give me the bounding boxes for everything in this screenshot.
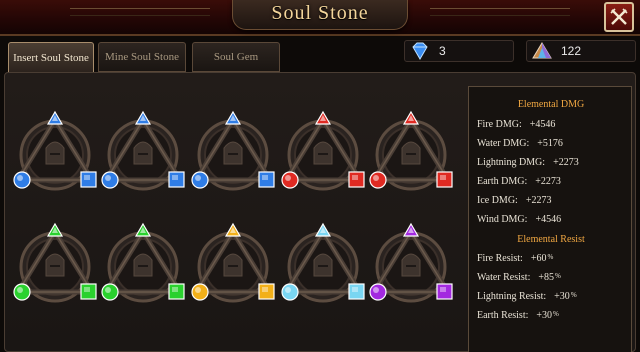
crossed-swords-icon [610,8,628,25]
stat-row-water-dmg: Water DMG: +5176 [477,138,563,152]
hood-rune-icon [369,110,453,191]
sword-rune-icon [101,110,185,191]
stat-label: Water Resist: [477,272,531,283]
stat-row-lightning-dmg: Lightning DMG: +2273 [477,157,579,171]
percent-unit: % [553,310,559,318]
hood-rune-icon [369,222,453,303]
tab-label: Soul Gem [213,51,259,63]
helmet-rune-icon [13,110,97,191]
helmet-rune-icon [101,222,185,303]
soul-stone-slot-ice[interactable] [278,220,368,310]
soul-stone-slot-wind[interactable] [98,220,188,310]
chest-rune-icon [191,222,275,303]
diamond-count: 3 [439,44,446,58]
elemental-resist-header: Elemental Resist [517,234,585,245]
stat-value: +4546 [529,119,556,130]
stat-value: +30 [554,291,570,302]
stat-label: Ice DMG: [477,195,518,206]
stat-row-water-resist: Water Resist: +85% [477,272,561,286]
sword-rune-icon [281,110,365,191]
stat-row-wind-dmg: Wind DMG: +4546 [477,214,561,228]
armor-rune-icon [281,222,365,303]
stat-value: +2273 [535,176,561,187]
stat-label: Water DMG: [477,138,530,149]
soul-stone-slot-water[interactable] [10,108,100,198]
prism-crystal-icon [532,42,552,59]
tab-label: Insert Soul Stone [13,51,89,64]
stats-panel: Elemental DMG Fire DMG: +4546 Water DMG: +… [468,86,632,352]
stat-value: +5176 [537,138,563,149]
percent-unit: % [555,272,561,280]
close-button[interactable] [604,2,634,32]
crystal-count: 122 [561,44,582,58]
stat-row-earth-resist: Earth Resist: +30% [477,310,559,324]
stat-row-lightning-resist: Lightning Resist: +30% [477,291,577,305]
tab-mine-soul-stone[interactable]: Mine Soul Stone [98,42,186,72]
tab-label: Mine Soul Stone [105,51,179,63]
stat-value: +30 [536,310,553,321]
title-bar: Soul Stone [0,0,640,36]
title-ornament-left [70,8,210,16]
soul-stone-slot-water[interactable] [188,108,278,198]
stat-label: Earth DMG: [477,176,528,187]
blue-diamond-icon [412,42,428,60]
tab-insert-soul-stone[interactable]: Insert Soul Stone [8,42,94,73]
soul-stone-slot-lightning[interactable] [188,220,278,310]
title-ornament-right [430,8,570,16]
stat-row-ice-dmg: Ice DMG: +2273 [477,195,551,209]
percent-unit: % [547,253,554,261]
stat-label: Fire DMG: [477,119,522,130]
stat-row-fire-dmg: Fire DMG: +4546 [477,119,555,133]
stat-label: Wind DMG: [477,214,528,225]
stat-label: Earth Resist: [477,310,529,321]
stat-value: +2273 [525,195,552,206]
stat-value: +85 [538,272,554,283]
soul-stone-slot-fire[interactable] [366,108,456,198]
soul-stone-slot-dark[interactable] [366,220,456,310]
stat-label: Lightning Resist: [477,291,547,302]
soul-stone-slot-water[interactable] [98,108,188,198]
tab-soul-gem[interactable]: Soul Gem [192,42,280,72]
stat-label: Fire Resist: [477,253,523,264]
stat-row-fire-resist: Fire Resist: +60% [477,253,553,267]
hood-rune-icon [191,110,275,191]
stat-value: +2273 [553,157,579,168]
window-title: Soul Stone [271,2,369,24]
stat-row-earth-dmg: Earth DMG: +2273 [477,176,561,190]
crystal-counter: 122 [526,40,636,62]
elemental-dmg-header: Elemental DMG [517,99,585,110]
helmet-rune-icon [13,222,97,303]
soul-stone-slot-fire[interactable] [278,108,368,198]
stat-label: Lightning DMG: [477,157,546,168]
percent-unit: % [570,291,577,299]
stat-value: +60 [530,253,547,264]
stat-value: +4546 [535,214,562,225]
soul-stone-slot-wind[interactable] [10,220,100,310]
diamond-counter: 3 [404,40,514,62]
